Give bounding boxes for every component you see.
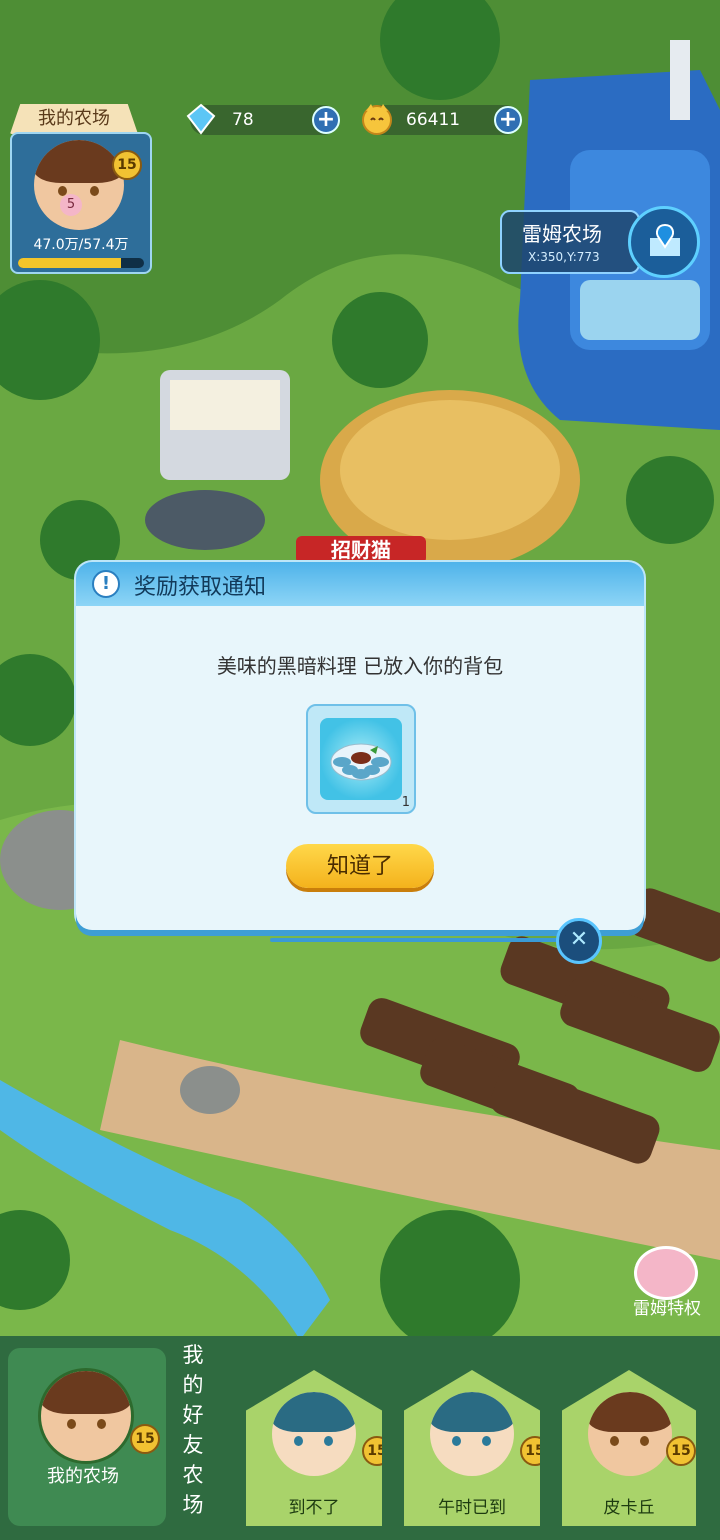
close-icon[interactable]: ✕ [556, 918, 602, 964]
add-coins-button[interactable]: + [494, 106, 522, 134]
reward-item-slot[interactable]: 1 [306, 704, 416, 814]
friend-avatar [430, 1392, 514, 1476]
dialog-bottom-line [270, 938, 560, 942]
map-button[interactable] [628, 206, 700, 278]
my-farm-card[interactable]: 15 5 47.0万/57.4万 [10, 132, 152, 274]
my-farm-tab[interactable]: 我的农场 [10, 104, 138, 134]
reward-message: 美味的黑暗料理 已放入你的背包 [216, 654, 504, 678]
gem-counter: 78 + [186, 103, 340, 135]
reward-dialog-header: ! 奖励获取通知 [76, 562, 644, 606]
lucky-cat-sign-text: 招财猫 [331, 538, 391, 562]
friend-name: 午时已到 [438, 1498, 506, 1518]
friend-avatar [588, 1392, 672, 1476]
farm-progress-bar [18, 258, 144, 268]
privilege-icon[interactable] [634, 1246, 698, 1300]
cat-coin-icon [360, 102, 394, 136]
location-name: 雷姆农场 [522, 222, 602, 246]
privilege-label[interactable]: 雷姆特权 [624, 1294, 710, 1319]
bottom-my-farm-tile[interactable]: 15 我的农场 [8, 1348, 166, 1526]
bottom-player-avatar [38, 1368, 134, 1464]
location-panel[interactable]: 雷姆农场 X:350,Y:773 [500, 210, 640, 274]
confirm-button[interactable]: 知道了 [286, 844, 434, 888]
player-avatar[interactable] [34, 140, 124, 230]
pet-level-badge: 5 [60, 194, 82, 216]
coin-counter: 66411 + [362, 104, 522, 135]
friend-level-badge: 15 [666, 1436, 696, 1466]
bottom-my-farm-label: 我的农场 [47, 1466, 119, 1487]
bottom-my-farm-level: 15 [130, 1424, 160, 1454]
reward-item-count: 1 [401, 795, 410, 810]
coin-count: 66411 [406, 110, 461, 130]
friend-avatar [272, 1392, 356, 1476]
reward-dialog-title: 奖励获取通知 [134, 575, 267, 600]
location-coords: X:350,Y:773 [528, 250, 600, 264]
friend-name: 到不了 [288, 1498, 340, 1518]
add-gems-button[interactable]: + [312, 106, 340, 134]
farm-progress-text: 47.0万/57.4万 [33, 237, 129, 253]
map-pin-icon [647, 223, 683, 265]
exclamation-icon: ! [92, 570, 120, 598]
friend-name: 皮卡丘 [603, 1498, 655, 1518]
gem-icon [184, 102, 218, 136]
gem-count: 78 [232, 110, 254, 130]
reward-dialog: ! 奖励获取通知 美味的黑暗料理 已放入你的背包 1 知道了 [76, 562, 644, 930]
dark-cuisine-dish-icon [320, 718, 402, 800]
player-level-badge: 15 [112, 150, 142, 180]
friends-farm-heading: 我的好友农场 [182, 1343, 204, 1517]
farm-progress-fill [18, 258, 122, 268]
lucky-cat-sign[interactable]: 招财猫 [296, 536, 426, 564]
